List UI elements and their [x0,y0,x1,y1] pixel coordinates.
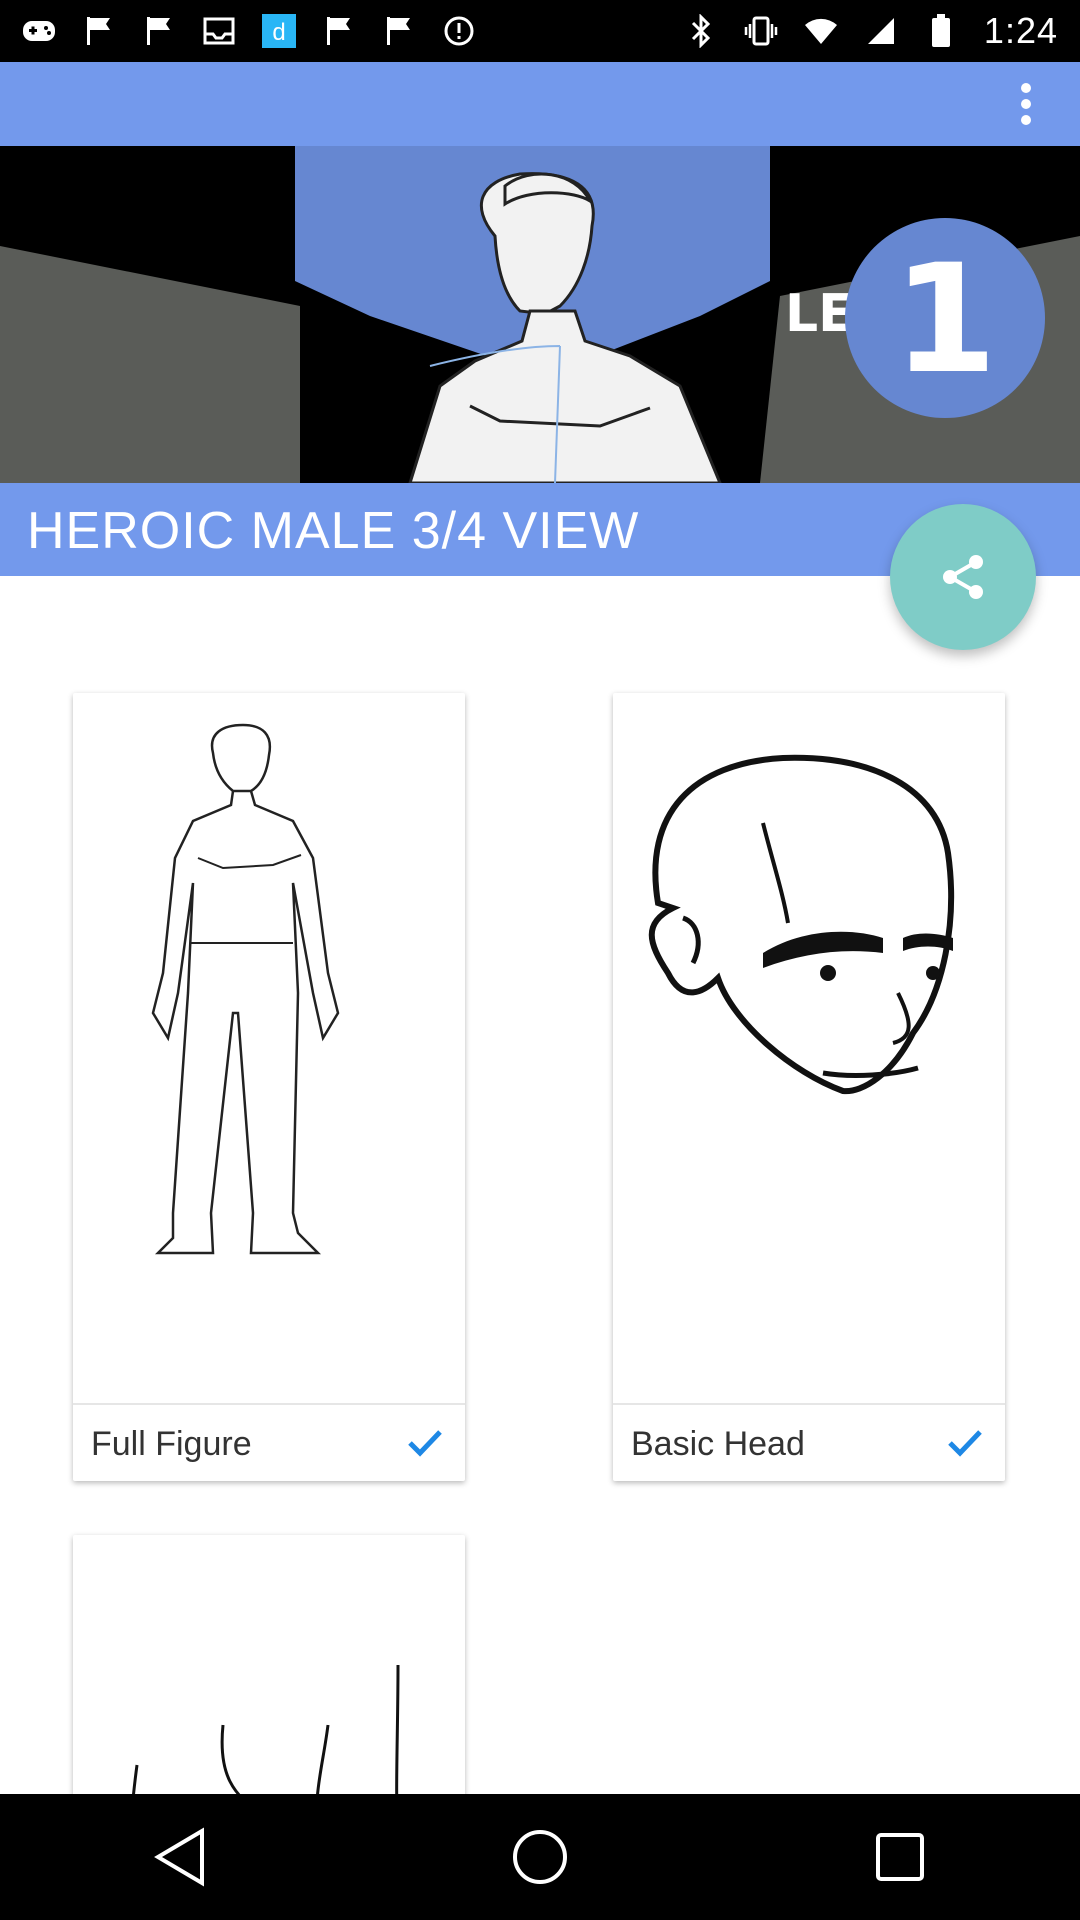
share-button[interactable] [890,504,1036,650]
app-bar [0,62,1080,146]
hero-illustration: LEVEL 1 [0,146,1080,483]
svg-text:d: d [272,19,285,46]
lesson-title: HEROIC MALE 3/4 VIEW [27,502,640,560]
check-icon [408,1430,442,1457]
hero-banner: LEVEL 1 [0,146,1080,483]
status-time: 1:24 [983,10,1058,51]
recents-button[interactable] [855,1812,945,1902]
status-bar: d 1:24 [0,0,1080,62]
check-icon [948,1430,982,1457]
full-figure-illustration [151,723,340,1255]
vibrate-icon [744,14,778,48]
more-vert-icon [1021,83,1031,125]
signal-icon [864,14,898,48]
basic-head-illustration [648,754,955,1095]
recents-icon [876,1833,924,1881]
inbox-icon [202,14,236,48]
status-right-icons: 1:24 [684,10,1058,52]
card-full-figure[interactable]: Full Figure [73,693,465,1481]
status-left-icons: d [22,14,476,48]
home-icon [513,1830,567,1884]
card-footer: Full Figure [73,1403,465,1481]
info-icon [442,14,476,48]
app-d-icon: d [262,14,296,48]
overflow-menu-button[interactable] [990,68,1062,140]
back-button[interactable] [135,1812,225,1902]
flag-icon [382,14,416,48]
navigation-bar [0,1794,1080,1920]
back-icon [154,1827,204,1887]
flag-icon [82,14,116,48]
card-label: Full Figure [91,1425,252,1463]
card-basic-head[interactable]: Basic Head [613,693,1005,1481]
wifi-icon [804,14,838,48]
card-third[interactable] [73,1535,465,1835]
games-icon [22,14,56,48]
level-badge-number: 1 [893,233,997,407]
flag-icon [322,14,356,48]
card-label: Basic Head [631,1425,805,1463]
flag-icon [142,14,176,48]
card-footer: Basic Head [613,1403,1005,1481]
share-icon [943,555,983,599]
bluetooth-icon [684,14,718,48]
home-button[interactable] [495,1812,585,1902]
battery-icon [924,14,958,48]
third-card-illustration [129,1664,400,1835]
